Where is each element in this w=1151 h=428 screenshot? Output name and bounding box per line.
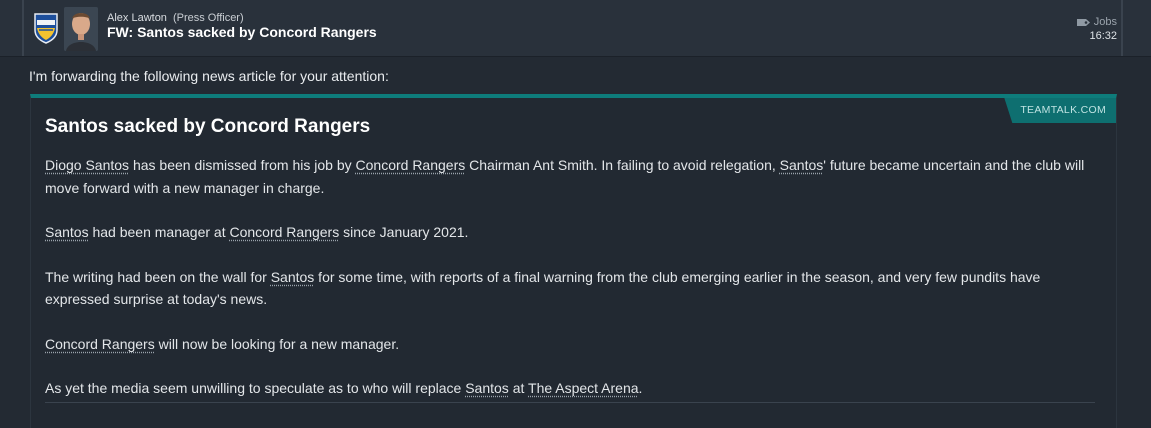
text-span: will now be looking for a new manager.: [154, 335, 400, 352]
message-header: Alex Lawton (Press Officer) FW: Santos sa…: [0, 0, 1151, 57]
text-span: Chairman Ant Smith. In failing to avoid …: [465, 157, 780, 173]
article-paragraph: Diogo Santos has been dismissed from his…: [45, 154, 1095, 199]
club-link[interactable]: Concord Rangers: [229, 224, 339, 240]
person-link[interactable]: Santos: [465, 380, 509, 396]
article-body: Diogo Santos has been dismissed from his…: [45, 154, 1095, 422]
text-span: As yet the media seem unwilling to specu…: [45, 380, 466, 396]
article-divider: [45, 402, 1095, 403]
club-link[interactable]: Concord Rangers: [356, 157, 466, 173]
article-source: TEAMTALK.COM: [1004, 98, 1116, 123]
article-headline: Santos sacked by Concord Rangers: [45, 116, 371, 137]
club-badge-icon[interactable]: [33, 12, 59, 44]
text-span: since January 2021.: [339, 224, 469, 240]
text-span: at: [508, 380, 529, 396]
left-rail: [22, 0, 24, 56]
article-paragraph: Santos had been manager at Concord Range…: [45, 221, 1095, 244]
person-link[interactable]: Santos: [271, 269, 315, 285]
sender-line: Alex Lawton (Press Officer): [107, 12, 244, 24]
article-paragraph: Concord Rangers will now be looking for …: [45, 333, 1095, 356]
stadium-link[interactable]: The Aspect Arena: [528, 380, 639, 396]
right-rail: [1121, 0, 1123, 56]
text-span: has been dismissed from his job by: [129, 157, 356, 173]
article-paragraph: The writing had been on the wall for San…: [45, 266, 1095, 311]
category-text: Jobs: [1093, 16, 1117, 28]
text-span: had been manager at: [88, 224, 230, 240]
club-link[interactable]: Concord Rangers: [45, 336, 155, 352]
sender-name[interactable]: Alex Lawton: [107, 12, 167, 24]
text-span: The writing had been on the wall for: [45, 268, 271, 285]
person-link[interactable]: Santos: [45, 224, 89, 240]
text-span: .: [638, 380, 643, 396]
article-paragraph: As yet the media seem unwilling to specu…: [45, 377, 1095, 400]
category-label: Jobs: [1076, 15, 1117, 29]
message-subject: FW: Santos sacked by Concord Rangers: [107, 24, 377, 40]
sender-role: (Press Officer): [172, 12, 244, 24]
person-link[interactable]: Diogo Santos: [45, 157, 129, 173]
news-article-card: TEAMTALK.COM Santos sacked by Concord Ra…: [30, 94, 1117, 428]
message-time: 16:32: [1089, 30, 1117, 42]
tag-icon: [1076, 18, 1090, 26]
intro-text: I'm forwarding the following news articl…: [29, 68, 389, 84]
person-avatar[interactable]: [64, 7, 98, 51]
person-link[interactable]: Santos: [780, 157, 824, 173]
message-meta: Jobs 16:32: [1076, 15, 1117, 43]
